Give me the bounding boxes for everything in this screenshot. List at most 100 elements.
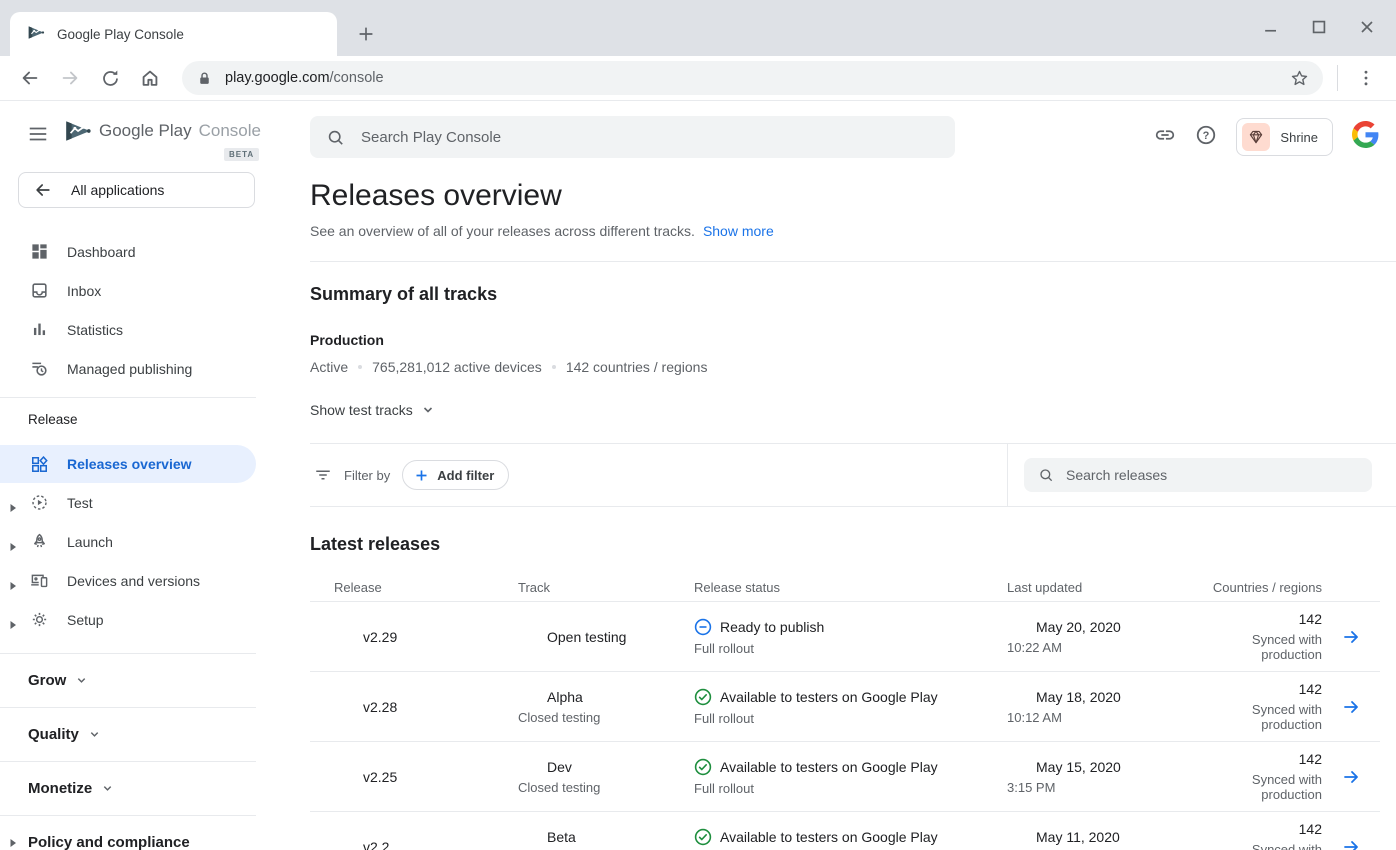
sidebar-item-launch[interactable]: Launch — [0, 522, 281, 561]
track-devices: 765,281,012 active devices — [372, 359, 542, 375]
link-button[interactable] — [1154, 124, 1176, 151]
browser-tab[interactable]: Google Play Console — [10, 12, 337, 56]
toolbar-divider — [1337, 65, 1338, 91]
track-sub: Closed testing — [518, 780, 694, 795]
browser-toolbar: play.google.com/console — [0, 56, 1396, 101]
arrow-right-icon[interactable] — [1341, 627, 1361, 647]
forward-icon — [59, 67, 81, 89]
table-row[interactable]: v2.29 Open testing Ready to publish Full… — [310, 602, 1380, 672]
sidebar-item-label: Managed publishing — [67, 361, 192, 377]
page-subtitle: See an overview of all of your releases … — [310, 223, 1396, 239]
table-row[interactable]: v2.2 BetaClosed testing Available to tes… — [310, 812, 1380, 850]
close-button[interactable] — [1356, 16, 1378, 38]
table-row[interactable]: v2.28 AlphaClosed testing Available to t… — [310, 672, 1380, 742]
track-meta: Active 765,281,012 active devices 142 co… — [310, 359, 1396, 375]
hamburger-icon — [27, 123, 49, 145]
all-applications-button[interactable]: All applications — [18, 172, 255, 208]
sidebar-divider — [0, 397, 256, 398]
reload-button[interactable] — [90, 58, 130, 98]
test-icon — [30, 493, 49, 512]
search-releases-box[interactable] — [1024, 458, 1372, 492]
search-input[interactable] — [361, 129, 939, 146]
back-arrow-icon — [33, 180, 53, 200]
date-cell: May 15, 2020 — [1007, 759, 1190, 775]
track-countries: 142 countries / regions — [566, 359, 708, 375]
sidebar: Google Play Console BETA All application… — [0, 101, 281, 849]
countries-sub: Synced with production — [1190, 842, 1322, 850]
pending-circle-icon — [694, 618, 712, 636]
play-console-logo-icon — [62, 118, 92, 144]
show-test-tracks-toggle[interactable]: Show test tracks — [310, 402, 1396, 418]
sidebar-item-setup[interactable]: Setup — [0, 600, 281, 639]
svg-text:?: ? — [1203, 129, 1210, 141]
inbox-icon — [30, 281, 49, 300]
sidebar-item-label: Launch — [67, 534, 113, 550]
help-button[interactable]: ? — [1195, 124, 1217, 151]
sidebar-section-grow[interactable]: Grow — [0, 653, 256, 707]
track-status: Active — [310, 359, 348, 375]
sidebar-section-policy-and-compliance[interactable]: Policy and compliance — [0, 815, 256, 850]
releases-table: Release Track Release status Last update… — [310, 574, 1380, 850]
maximize-button[interactable] — [1308, 16, 1330, 38]
logo-brand: Google Play — [99, 121, 192, 141]
add-filter-label: Add filter — [437, 468, 494, 483]
date-cell: May 18, 2020 — [1007, 689, 1190, 705]
back-button[interactable] — [10, 58, 50, 98]
sidebar-item-label: Releases overview — [67, 456, 192, 472]
statistics-icon — [30, 320, 49, 339]
show-more-link[interactable]: Show more — [703, 223, 774, 239]
filter-icon — [314, 466, 332, 484]
track-cell: Open testing — [518, 629, 694, 645]
browser-menu-button[interactable] — [1346, 58, 1386, 98]
track-sub: Closed testing — [518, 710, 694, 725]
sidebar-item-releases-overview[interactable]: Releases overview — [0, 445, 256, 483]
forward-button[interactable] — [50, 58, 90, 98]
bookmark-star-button[interactable] — [1283, 62, 1315, 94]
google-g-icon — [1352, 121, 1379, 148]
home-button[interactable] — [130, 58, 170, 98]
home-icon — [139, 67, 161, 89]
track-cell: Beta — [518, 829, 694, 845]
sidebar-nav: Dashboard Inbox Statistics Managed publi… — [0, 232, 281, 850]
sidebar-section-monetize[interactable]: Monetize — [0, 761, 256, 815]
arrow-right-icon[interactable] — [1341, 697, 1361, 717]
add-filter-button[interactable]: Add filter — [402, 460, 509, 490]
sidebar-item-test[interactable]: Test — [0, 483, 281, 522]
new-tab-button[interactable] — [352, 20, 380, 48]
check-circle-icon — [694, 688, 712, 706]
menu-button[interactable] — [27, 123, 49, 150]
sidebar-item-managed-publishing[interactable]: Managed publishing — [0, 349, 281, 388]
chevron-down-icon — [89, 729, 100, 740]
release-version: v2.28 — [334, 699, 518, 715]
address-bar[interactable]: play.google.com/console — [182, 61, 1323, 95]
column-release: Release — [310, 580, 518, 595]
release-search-area — [1007, 444, 1396, 506]
sidebar-item-label: Statistics — [67, 322, 123, 338]
app-switcher-button[interactable]: Shrine — [1236, 118, 1333, 156]
google-account-button[interactable] — [1352, 121, 1379, 153]
play-console-search[interactable] — [310, 116, 955, 158]
check-circle-icon — [694, 758, 712, 776]
filter-by-label: Filter by — [344, 468, 390, 483]
sidebar-item-devices-and-versions[interactable]: Devices and versions — [0, 561, 281, 600]
plus-icon — [414, 468, 429, 483]
arrow-right-icon[interactable] — [1341, 767, 1361, 787]
url-text: play.google.com/console — [225, 70, 1283, 86]
sidebar-item-inbox[interactable]: Inbox — [0, 271, 281, 310]
sidebar-item-statistics[interactable]: Statistics — [0, 310, 281, 349]
sidebar-item-label: Dashboard — [67, 244, 136, 260]
sidebar-item-dashboard[interactable]: Dashboard — [0, 232, 281, 271]
launch-icon — [30, 532, 49, 551]
search-releases-input[interactable] — [1066, 467, 1358, 483]
caret-right-icon — [9, 538, 17, 554]
sidebar-section-quality[interactable]: Quality — [0, 707, 256, 761]
minimize-button[interactable] — [1260, 16, 1282, 38]
column-countries: Countries / regions — [1190, 580, 1322, 595]
release-version: v2.29 — [334, 629, 518, 645]
sidebar-item-label: Test — [67, 495, 93, 511]
arrow-right-icon[interactable] — [1341, 837, 1361, 850]
status-sub: Full rollout — [694, 641, 1007, 656]
subtitle-text: See an overview of all of your releases … — [310, 223, 695, 239]
beta-badge: BETA — [224, 148, 259, 161]
table-row[interactable]: v2.25 DevClosed testing Available to tes… — [310, 742, 1380, 812]
